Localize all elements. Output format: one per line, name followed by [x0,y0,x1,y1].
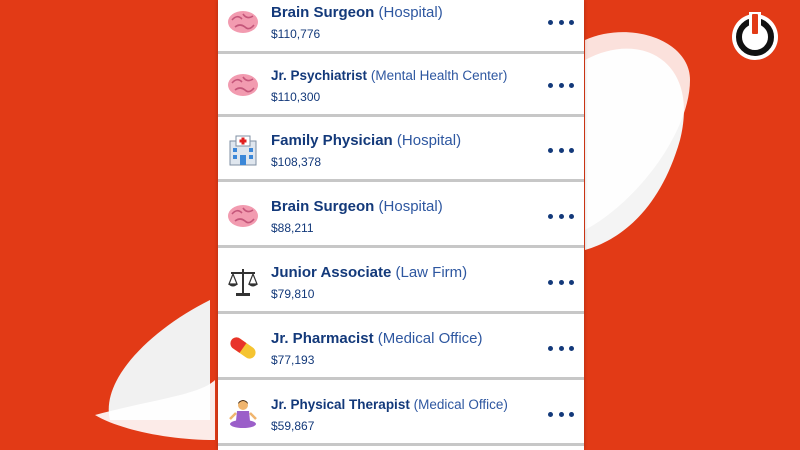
employer-name: (Hospital) [396,132,462,149]
power-logo-icon [729,10,781,62]
salary: $110,776 [271,27,321,41]
employer-name: (Hospital) [378,198,443,215]
salary: $108,378 [271,155,322,169]
scales-icon [226,265,260,299]
more-options-button[interactable] [548,14,574,30]
salary: $88,211 [271,221,314,235]
more-options-button[interactable] [548,340,574,356]
job-row[interactable]: Jr. Psychiatrist (Mental Health Center) … [218,55,584,117]
meditation-person-icon [226,397,260,431]
job-row[interactable]: Brain Surgeon (Hospital) $88,211 [218,186,584,248]
job-title: Jr. Physical Therapist [271,397,410,412]
job-list: Brain Surgeon (Hospital) $110,776 Jr. Ps… [218,0,584,450]
job-row[interactable]: Jr. Physical Therapist (Medical Office) … [218,384,584,446]
job-title: Brain Surgeon [271,198,375,215]
job-title: Family Physician [271,132,393,149]
salary: $79,810 [271,287,315,301]
job-row[interactable]: Junior Associate (Law Firm) $79,810 [218,252,584,314]
employer-name: (Hospital) [378,4,443,21]
more-options-button[interactable] [548,208,574,224]
job-title: Jr. Pharmacist [271,330,374,347]
job-row[interactable]: Jr. Pharmacist (Medical Office) $77,193 [218,318,584,380]
salary: $77,193 [271,353,315,367]
brain-icon [226,199,260,233]
employer-name: (Medical Office) [413,397,508,412]
job-title: Junior Associate [271,264,392,281]
employer-name: (Law Firm) [395,264,468,281]
salary: $110,300 [271,90,321,104]
pill-icon [226,331,260,365]
employer-name: (Mental Health Center) [370,68,508,83]
job-row[interactable]: Brain Surgeon (Hospital) $110,776 [218,0,584,54]
job-title: Jr. Psychiatrist [271,68,368,83]
more-options-button[interactable] [548,77,574,93]
job-title: Brain Surgeon [271,4,375,21]
brain-icon [226,68,260,102]
job-row[interactable]: Family Physician (Hospital) $108,378 [218,120,584,182]
more-options-button[interactable] [548,142,574,158]
more-options-button[interactable] [548,274,574,290]
more-options-button[interactable] [548,406,574,422]
salary: $59,867 [271,419,315,433]
employer-name: (Medical Office) [377,330,483,347]
brain-icon [226,5,260,39]
hospital-icon [226,133,260,167]
